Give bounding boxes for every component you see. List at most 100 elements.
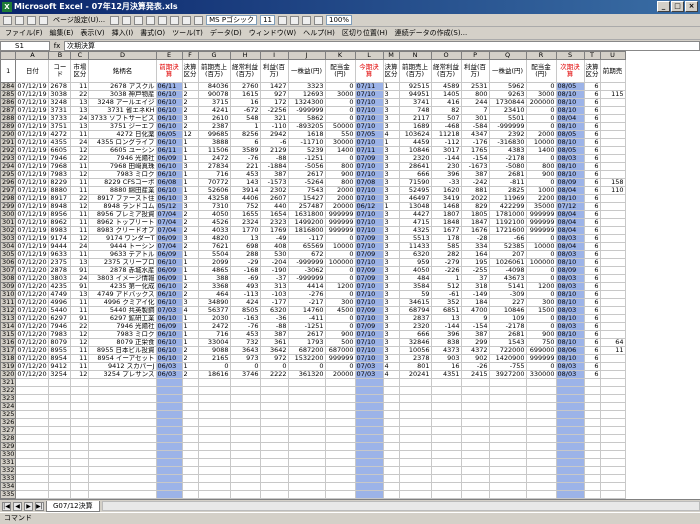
cell[interactable]: 7946 光陽社 — [88, 322, 157, 331]
cell[interactable] — [430, 410, 462, 419]
cell[interactable]: 84036 — [197, 82, 231, 91]
cell[interactable]: 1427 — [259, 82, 289, 91]
cell[interactable] — [460, 458, 490, 467]
cell[interactable]: 2942 — [259, 130, 289, 139]
cell[interactable]: 8955 — [48, 346, 72, 355]
row-header[interactable]: 301 — [0, 218, 17, 227]
cell[interactable] — [398, 474, 432, 483]
cell[interactable]: 1 — [382, 138, 400, 147]
cell[interactable] — [488, 394, 527, 403]
cell[interactable]: -163 — [229, 314, 261, 323]
cell[interactable]: 7946 — [48, 154, 72, 163]
column-title[interactable]: 日付 — [15, 59, 50, 83]
cell[interactable]: 0 — [259, 362, 289, 371]
cell[interactable]: 08/04 — [555, 210, 585, 219]
cell[interactable]: 6 — [583, 90, 601, 99]
cell[interactable]: 11 — [70, 298, 90, 307]
cell[interactable]: 2030 — [197, 314, 231, 323]
cell[interactable] — [48, 434, 72, 443]
cell[interactable] — [70, 442, 90, 451]
menu-item-7[interactable]: ウィンドウ(W) — [247, 28, 298, 38]
cell[interactable]: 4355 ロングライフ — [88, 138, 157, 147]
cell[interactable]: 4500 — [324, 306, 356, 315]
cell[interactable]: 408 — [259, 242, 289, 251]
cell[interactable] — [555, 434, 585, 443]
sort-icon[interactable] — [182, 15, 192, 25]
cell[interactable] — [259, 386, 289, 395]
cell[interactable]: 464 — [197, 290, 231, 299]
cell[interactable]: 387 — [460, 330, 490, 339]
cell[interactable]: 2681 — [488, 330, 527, 339]
cell[interactable]: 7946 — [48, 322, 72, 331]
column-header[interactable]: J — [287, 51, 326, 60]
cell[interactable]: 6 — [583, 122, 601, 131]
cell[interactable]: 2 — [181, 354, 199, 363]
cell[interactable]: 1689 — [398, 122, 432, 131]
cell[interactable]: 1400 — [324, 146, 356, 155]
cell[interactable]: 06/10 — [155, 346, 183, 355]
cell[interactable]: 08/10 — [555, 106, 585, 115]
cell[interactable] — [599, 434, 626, 443]
cell[interactable] — [181, 450, 199, 459]
cell[interactable]: 6 — [583, 194, 601, 203]
row-header[interactable]: 325 — [0, 410, 17, 419]
cell[interactable]: 0 — [324, 314, 356, 323]
cell[interactable]: 2000 — [324, 194, 356, 203]
cell[interactable] — [583, 394, 601, 403]
cell[interactable]: -893205 — [287, 122, 326, 131]
cell[interactable]: 2617 — [287, 170, 326, 179]
cell[interactable] — [229, 386, 261, 395]
cell[interactable] — [599, 282, 626, 291]
column-header[interactable]: N — [398, 51, 432, 60]
cell[interactable]: 0 — [525, 82, 557, 91]
cell[interactable]: 748 — [398, 106, 432, 115]
cell[interactable]: 687200 — [287, 346, 326, 355]
cell[interactable]: 3 — [382, 338, 400, 347]
cell[interactable] — [354, 378, 384, 387]
cell[interactable]: 9444 トーシン — [88, 242, 157, 251]
cell[interactable] — [48, 466, 72, 475]
cell[interactable] — [155, 402, 183, 411]
cell[interactable] — [88, 378, 157, 387]
cell[interactable]: 6 — [583, 210, 601, 219]
cell[interactable]: 11 — [599, 346, 626, 355]
cell[interactable]: 07/10 — [354, 90, 384, 99]
cell[interactable]: 687000 — [324, 346, 356, 355]
cell[interactable]: 5440 共英製鋼 — [88, 306, 157, 315]
cell[interactable]: 1730844 — [488, 98, 527, 107]
cell[interactable]: 1 — [382, 202, 400, 211]
cell[interactable]: 100000 — [525, 258, 557, 267]
cell[interactable]: 7543 — [287, 186, 326, 195]
cell[interactable]: 07/12/19 — [15, 154, 50, 163]
cell[interactable] — [430, 394, 462, 403]
cell[interactable] — [525, 466, 557, 475]
cell[interactable]: 52606 — [197, 186, 231, 195]
cell[interactable]: 07/12/19 — [15, 146, 50, 155]
page-setup-button[interactable]: ページ設定(U)... — [51, 15, 107, 25]
cell[interactable]: 1192100 — [488, 218, 527, 227]
cell[interactable] — [155, 490, 183, 499]
cell[interactable]: 6 — [583, 242, 601, 251]
cell[interactable]: 08/10 — [555, 90, 585, 99]
cell[interactable]: 2878 — [48, 266, 72, 275]
cell[interactable]: 71590 — [398, 178, 432, 187]
cell[interactable] — [382, 466, 400, 475]
cell[interactable]: -1884 — [259, 162, 289, 171]
cell[interactable]: 07/12/20 — [15, 354, 50, 363]
cell[interactable]: -411 — [287, 314, 326, 323]
select-all-corner[interactable] — [0, 51, 17, 60]
cell[interactable]: 06/08 — [155, 178, 183, 187]
cell[interactable] — [488, 386, 527, 395]
cell[interactable]: 2324 — [229, 218, 261, 227]
cell[interactable]: 0 — [525, 234, 557, 243]
cell[interactable]: 08/03 — [555, 274, 585, 283]
cell[interactable]: 07/12/20 — [15, 314, 50, 323]
cell[interactable]: -177 — [259, 298, 289, 307]
cell[interactable]: 2472 — [197, 322, 231, 331]
cell[interactable]: 0 — [525, 274, 557, 283]
cell[interactable]: 07/10 — [354, 258, 384, 267]
cell[interactable] — [287, 394, 326, 403]
cell[interactable]: 10000 — [525, 242, 557, 251]
cell[interactable]: 6 — [583, 82, 601, 91]
column-header[interactable]: B — [48, 51, 72, 60]
